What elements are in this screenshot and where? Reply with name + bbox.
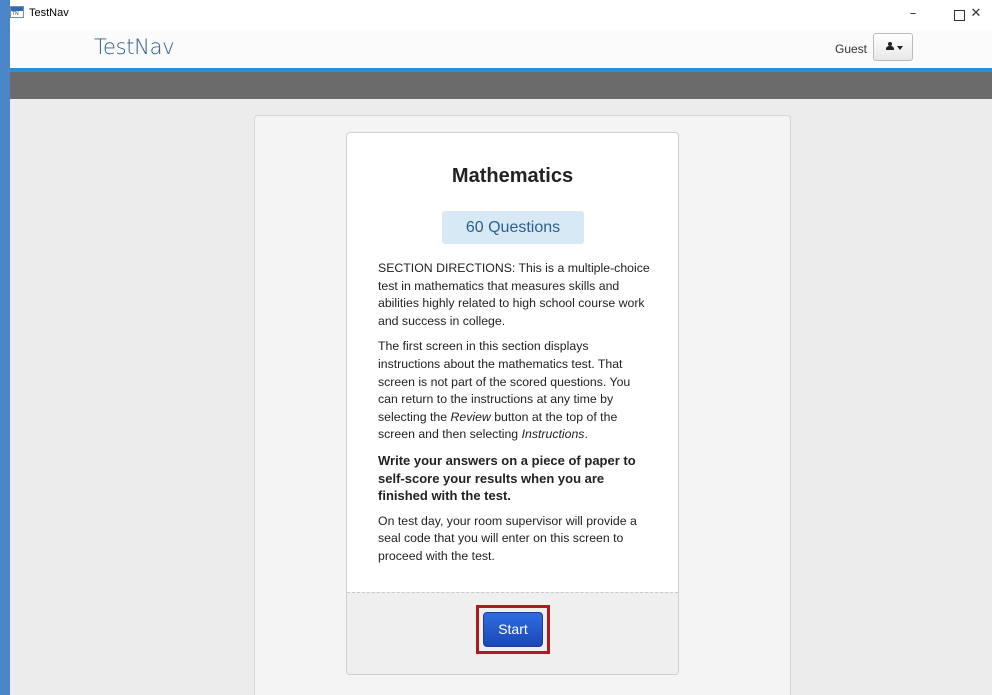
brand-logo: TestNav: [94, 35, 175, 59]
chevron-down-icon: [897, 46, 903, 50]
user-menu-button[interactable]: [873, 33, 913, 61]
close-button[interactable]: ✕: [960, 0, 992, 30]
section-directions: SECTION DIRECTIONS: This is a multiple-c…: [378, 260, 650, 574]
section-title: Mathematics: [451, 165, 574, 187]
user-icon: [886, 42, 894, 51]
title-bar: TN TestNav – ✕: [10, 0, 992, 30]
directions-paragraph: SECTION DIRECTIONS: This is a multiple-c…: [378, 261, 650, 328]
question-count-badge: 60 Questions: [442, 211, 584, 244]
toolbar-band: [10, 72, 992, 99]
user-name-label: Guest: [835, 42, 868, 56]
window-title: TestNav: [29, 7, 69, 19]
seal-code-note: On test day, your room supervisor will p…: [378, 513, 637, 563]
section-card: Mathematics 60 Questions SECTION DIRECTI…: [346, 132, 679, 675]
testnav-app-icon: TN: [10, 6, 24, 18]
start-button[interactable]: Start: [483, 612, 543, 647]
card-footer: Start: [347, 592, 678, 674]
self-score-note: Write your answers on a piece of paper t…: [378, 452, 636, 504]
instructions-paragraph: The first screen in this section display…: [378, 339, 631, 442]
app-header: TestNav Guest: [10, 30, 992, 68]
minimize-button[interactable]: –: [890, 0, 936, 30]
start-button-highlight: Start: [476, 605, 550, 654]
